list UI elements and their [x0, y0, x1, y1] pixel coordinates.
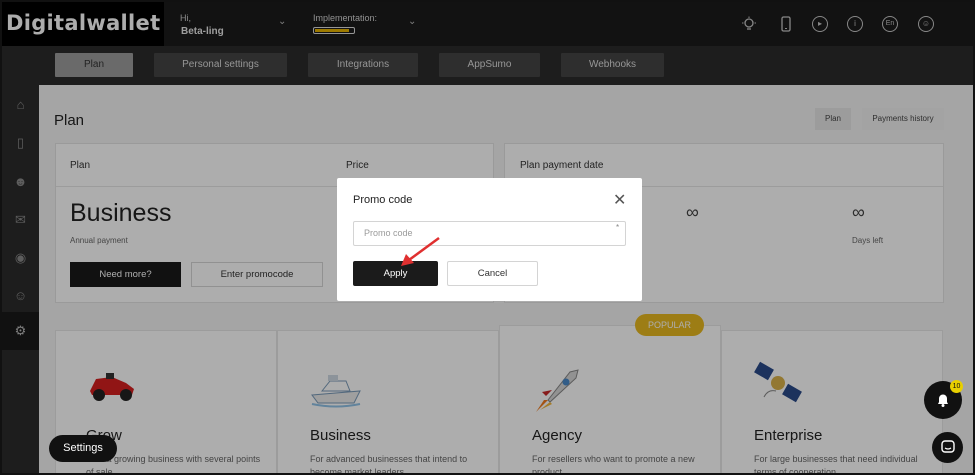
- annotation-arrow-icon: [401, 236, 440, 266]
- app-frame: Digitalwallet Hi, Beta-ling ⌄ Implementa…: [0, 0, 975, 475]
- promo-code-modal: Promo code ✕ Promo code * Apply Cancel: [337, 178, 642, 301]
- settings-chip[interactable]: Settings: [49, 435, 117, 462]
- modal-title: Promo code: [353, 194, 413, 206]
- close-icon[interactable]: ✕: [613, 190, 626, 210]
- chat-support-icon[interactable]: [932, 432, 963, 463]
- required-mark: *: [616, 223, 620, 232]
- promo-code-input[interactable]: Promo code: [353, 221, 626, 246]
- cancel-button[interactable]: Cancel: [447, 261, 538, 286]
- notification-count-badge: 10: [950, 380, 963, 393]
